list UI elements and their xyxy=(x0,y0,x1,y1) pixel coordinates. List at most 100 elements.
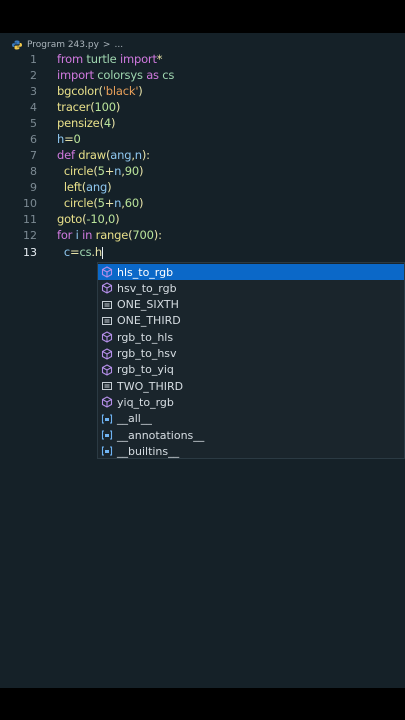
token-module: cs xyxy=(158,68,175,82)
line-number: 8 xyxy=(30,164,37,178)
line-number: 7 xyxy=(30,148,37,162)
suggestion-item[interactable]: hls_to_rgb xyxy=(98,264,404,280)
token-punct: ) xyxy=(115,212,120,226)
method-icon xyxy=(101,266,113,278)
line-number: 1 xyxy=(30,52,37,66)
token-keyword: for xyxy=(57,228,73,242)
constant-icon xyxy=(101,299,113,311)
token-function: pensize xyxy=(57,116,100,130)
line-number: 6 xyxy=(30,132,37,146)
token-number: 700 xyxy=(132,228,154,242)
suggestion-item[interactable]: __annotations__ xyxy=(98,427,404,443)
code-text: bgcolor('black') xyxy=(57,84,143,98)
breadcrumb[interactable]: Program 243.py > ... xyxy=(12,38,123,52)
token-variable: i xyxy=(72,228,83,242)
method-icon xyxy=(101,364,113,376)
suggestion-item[interactable]: yiq_to_rgb xyxy=(98,394,404,410)
token-param: n xyxy=(134,148,142,162)
token-keyword: import xyxy=(120,52,157,66)
token-punct: ) xyxy=(138,164,144,178)
token-punct: ): xyxy=(141,148,150,162)
line-number: 13 xyxy=(23,245,37,259)
suggestion-item[interactable]: ONE_SIXTH xyxy=(98,297,404,313)
code-line[interactable]: 10 circle(5+n,60) xyxy=(0,195,405,211)
suggestion-label: rgb_to_hsv xyxy=(117,347,177,360)
token-number: 5 xyxy=(97,196,105,210)
token-number: -10 xyxy=(86,212,105,226)
token-string: 'black' xyxy=(102,84,139,98)
line-number: 3 xyxy=(30,84,37,98)
token-punct: ) xyxy=(110,116,116,130)
token-punct: ): xyxy=(153,228,162,242)
code-text: tracer(100) xyxy=(57,100,120,114)
token-keyword: from xyxy=(57,52,83,66)
token-number: 60 xyxy=(124,196,139,210)
editor-screen: Program 243.py > ... 1 from turtle impor… xyxy=(0,33,405,688)
suggestion-item[interactable]: rgb_to_yiq xyxy=(98,362,404,378)
code-line[interactable]: 2 import colorsys as cs xyxy=(0,67,405,83)
token-function: goto xyxy=(57,212,83,226)
code-text: pensize(4) xyxy=(57,116,115,130)
token-function: tracer xyxy=(57,100,91,114)
token-typed: h xyxy=(94,245,102,259)
token-module: turtle xyxy=(82,52,120,66)
line-number: 4 xyxy=(30,100,37,114)
line-number: 12 xyxy=(23,228,37,242)
token-module: cs xyxy=(79,245,92,259)
breadcrumb-tail[interactable]: ... xyxy=(114,40,123,50)
line-number: 11 xyxy=(23,212,37,226)
suggestion-label: __builtins__ xyxy=(117,444,180,458)
token-punct: ) xyxy=(138,84,143,98)
code-line[interactable]: 4 tracer(100) xyxy=(0,99,405,115)
variable-icon xyxy=(101,413,113,425)
token-keyword: def xyxy=(57,148,75,162)
code-text: from turtle import* xyxy=(57,52,163,66)
code-line[interactable]: 7 def draw(ang,n): xyxy=(0,147,405,163)
suggestion-label: __annotations__ xyxy=(117,428,205,442)
suggestion-label: ONE_THIRD xyxy=(117,314,181,328)
suggestion-item[interactable]: hsv_to_rgb xyxy=(98,280,404,296)
code-line[interactable]: 12 for i in range(700): xyxy=(0,227,405,243)
token-module: colorsys xyxy=(93,68,147,82)
suggestion-label: TWO_THIRD xyxy=(117,379,184,393)
token-punct: ) xyxy=(107,180,112,194)
code-line[interactable]: 9 left(ang) xyxy=(0,179,405,195)
suggestion-item[interactable]: rgb_to_hls xyxy=(98,329,404,345)
suggestion-label: yiq_to_rgb xyxy=(117,395,174,409)
suggestion-item[interactable]: ONE_THIRD xyxy=(98,313,404,329)
suggestion-label: rgb_to_hls xyxy=(117,330,174,344)
code-line[interactable]: 8 circle(5+n,90) xyxy=(0,163,405,179)
token-keyword: as xyxy=(146,68,159,82)
suggestion-label: hls_to_rgb xyxy=(117,265,174,279)
code-line[interactable]: 11 goto(-10,0) xyxy=(0,211,405,227)
code-text: import colorsys as cs xyxy=(57,68,174,82)
suggestion-item[interactable]: TWO_THIRD xyxy=(98,378,404,394)
method-icon xyxy=(101,331,113,343)
token-number: 100 xyxy=(94,100,117,114)
code-line[interactable]: 3 bgcolor('black') xyxy=(0,83,405,99)
line-number: 2 xyxy=(30,68,37,82)
code-text: circle(5+n,60) xyxy=(57,196,144,210)
code-line[interactable]: 5 pensize(4) xyxy=(0,115,405,131)
token-number: 90 xyxy=(124,164,139,178)
token-punct: + xyxy=(104,164,115,178)
breadcrumb-file[interactable]: Program 243.py xyxy=(27,40,99,50)
suggestion-label: rgb_to_yiq xyxy=(117,363,174,377)
token-punct: = xyxy=(64,132,74,146)
code-text: h=0 xyxy=(57,132,81,146)
method-icon xyxy=(101,347,113,360)
suggestion-item[interactable]: __all__ xyxy=(98,411,404,427)
token-variable: ang xyxy=(86,180,108,194)
suggestion-item[interactable]: rgb_to_hsv xyxy=(98,346,404,362)
code-line[interactable]: 1 from turtle import* xyxy=(0,51,405,67)
code-line[interactable]: 6 h=0 xyxy=(0,131,405,147)
suggestion-label: __all__ xyxy=(117,412,152,426)
suggestion-label: hsv_to_rgb xyxy=(117,281,177,295)
code-text: for i in range(700): xyxy=(57,228,162,242)
code-line-current[interactable]: 13 c=cs.h xyxy=(0,244,405,260)
code-text: circle(5+n,90) xyxy=(57,164,144,178)
token-keyword: in xyxy=(82,228,93,242)
suggestion-item[interactable]: __builtins__ xyxy=(98,443,404,459)
code-text: c=cs.h xyxy=(57,245,103,259)
autocomplete-popup[interactable]: hls_to_rgb hsv_to_rgb ONE_SIXTH ONE_THIRDrg… xyxy=(97,262,405,459)
